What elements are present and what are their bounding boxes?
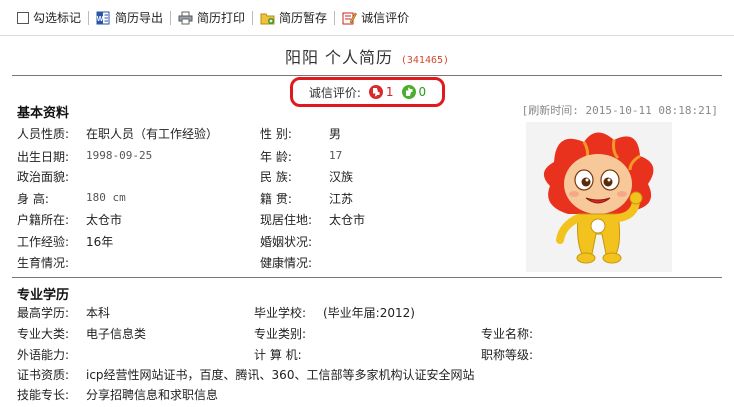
- field-label: 专业类别:: [254, 327, 307, 341]
- field-value: 太仓市: [86, 213, 123, 227]
- credit-label: 诚信评价:: [308, 85, 361, 100]
- page-title: 阳阳 个人简历 (341465): [0, 44, 734, 68]
- field-label: 生育情况:: [17, 256, 70, 270]
- negative-count: 1: [385, 85, 394, 99]
- field-value: 男: [329, 127, 342, 141]
- field-label: 人员性质:: [17, 127, 70, 141]
- toolbar-divider: [334, 10, 336, 25]
- mascot-image: [526, 122, 672, 272]
- field-value: (毕业年届:2012): [323, 306, 415, 320]
- resume-name: 阳阳 个人简历: [284, 48, 394, 67]
- save-draft-button[interactable]: 简历暂存: [260, 8, 327, 28]
- field-value: 电子信息类: [86, 327, 147, 341]
- checkbox-icon[interactable]: [17, 11, 29, 24]
- edit-document-icon: [342, 12, 357, 24]
- field-label: 民 族:: [260, 170, 292, 184]
- section-title-basic: 基本资料: [17, 106, 70, 121]
- word-document-icon: W: [96, 11, 110, 24]
- field-label: 健康情况:: [260, 256, 313, 270]
- divider: [12, 277, 722, 278]
- field-label: 工作经验:: [17, 235, 70, 249]
- thumbs-up-icon[interactable]: [401, 85, 416, 99]
- positive-count: 0: [418, 85, 427, 99]
- field-label: 性 别:: [260, 127, 292, 141]
- field-value: 分享招聘信息和求职信息: [86, 388, 219, 402]
- print-button[interactable]: 简历打印: [178, 8, 245, 28]
- svg-text:W: W: [97, 16, 104, 23]
- field-label: 现居住地:: [260, 213, 313, 227]
- print-label: 简历打印: [197, 11, 246, 25]
- field-value: 在职人员（有工作经验）: [86, 127, 219, 141]
- field-value: 汉族: [329, 170, 354, 184]
- resume-id: (341465): [400, 55, 450, 66]
- save-draft-label: 简历暂存: [279, 11, 328, 25]
- field-value: 17: [329, 149, 343, 162]
- field-value: 180 cm: [86, 191, 126, 204]
- field-label: 证书资质:: [17, 368, 70, 382]
- divider: [12, 75, 722, 76]
- field-label: 外语能力:: [17, 348, 70, 362]
- field-label: 职称等级:: [481, 348, 534, 362]
- refresh-time: [刷新时间: 2015-10-11 08:18:21]: [521, 104, 718, 117]
- field-label: 出生日期:: [17, 150, 70, 164]
- toolbar-divider: [170, 10, 172, 25]
- printer-icon: [178, 11, 193, 24]
- field-label: 毕业学校:: [254, 306, 307, 320]
- field-label: 专业名称:: [481, 327, 534, 341]
- thumbs-down-icon[interactable]: [368, 85, 383, 99]
- toolbar: 勾选标记 W 简历导出 简历打印 简历暂存 诚信评价: [0, 0, 734, 36]
- section-title-education: 专业学历: [17, 288, 70, 303]
- field-label: 身 高:: [17, 192, 49, 206]
- field-value: 本科: [86, 306, 111, 320]
- select-mark-button[interactable]: 勾选标记: [17, 8, 81, 28]
- avatar: [526, 122, 672, 272]
- field-label: 年 龄:: [260, 150, 292, 164]
- credit-eval-button[interactable]: 诚信评价: [342, 8, 409, 28]
- field-value: 1998-09-25: [86, 149, 153, 162]
- field-label: 户籍所在:: [17, 213, 70, 227]
- field-label: 婚姻状况:: [260, 235, 313, 249]
- select-mark-label: 勾选标记: [33, 11, 82, 25]
- credit-eval-label: 诚信评价: [361, 11, 410, 25]
- field-label: 最高学历:: [17, 306, 70, 320]
- field-value: 江苏: [329, 192, 354, 206]
- export-label: 简历导出: [115, 11, 164, 25]
- field-label: 计 算 机:: [254, 348, 302, 362]
- save-folder-icon: [260, 13, 275, 24]
- toolbar-divider: [252, 10, 254, 25]
- field-label: 政治面貌:: [17, 170, 70, 184]
- field-value: icp经营性网站证书，百度、腾讯、360、工信部等多家机构认证安全网站: [86, 368, 475, 382]
- field-label: 籍 贯:: [260, 192, 292, 206]
- field-label: 专业大类:: [17, 327, 70, 341]
- credit-evaluation-box: 诚信评价: 1 0: [290, 77, 445, 107]
- field-label: 技能专长:: [17, 388, 70, 402]
- field-value: 太仓市: [329, 213, 366, 227]
- toolbar-divider: [88, 10, 90, 25]
- field-value: 16年: [86, 235, 114, 249]
- export-button[interactable]: W 简历导出: [96, 8, 163, 28]
